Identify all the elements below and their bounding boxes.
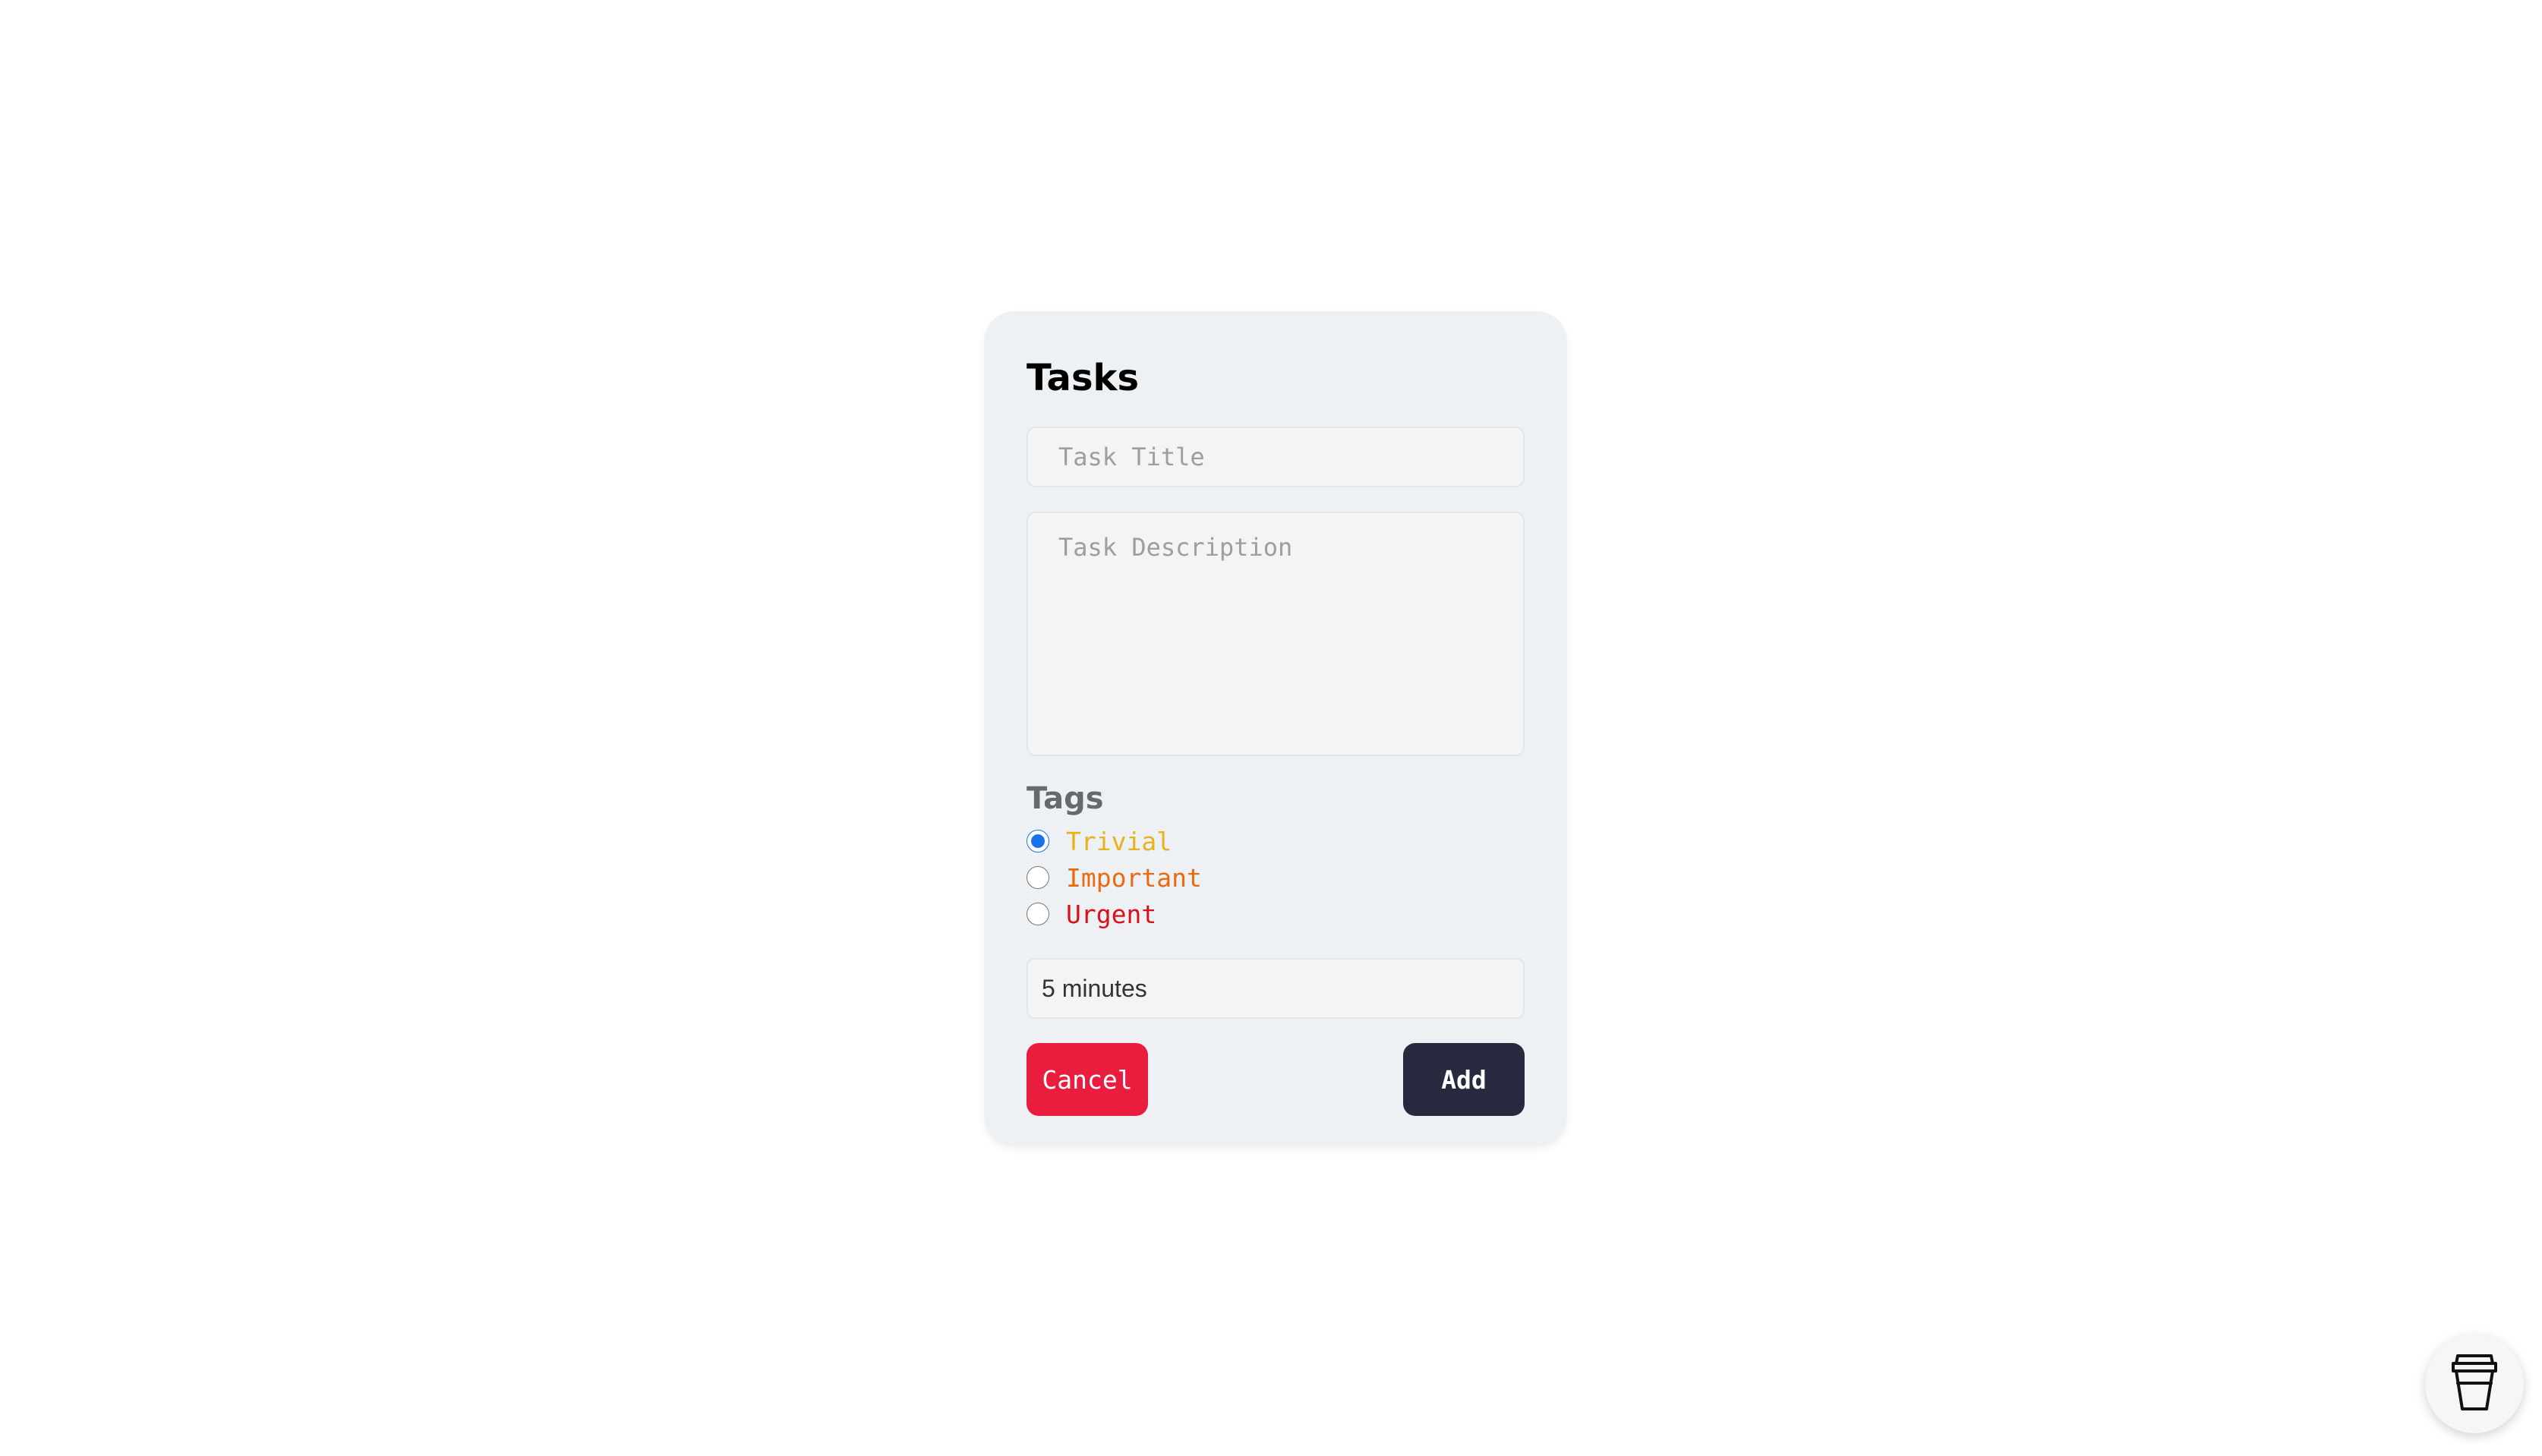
tags-label: Tags [1027, 781, 1104, 816]
add-button[interactable]: Add [1403, 1043, 1525, 1116]
tag-option-urgent[interactable]: Urgent [1027, 897, 1156, 931]
task-form-card: Tasks Tags Trivial Important Urgent 5 mi… [984, 311, 1567, 1146]
duration-value: 5 minutes [1042, 974, 1147, 1002]
tag-option-trivial[interactable]: Trivial [1027, 824, 1172, 858]
tag-label-important[interactable]: Important [1066, 865, 1202, 890]
coffee-cup-icon [2450, 1351, 2499, 1417]
duration-select[interactable]: 5 minutes [1027, 958, 1525, 1019]
task-description-input[interactable] [1027, 512, 1525, 756]
task-title-input[interactable] [1027, 427, 1525, 487]
tag-label-trivial[interactable]: Trivial [1066, 829, 1172, 854]
tag-radio-urgent[interactable] [1027, 903, 1049, 925]
tag-radio-important[interactable] [1027, 866, 1049, 889]
cancel-button[interactable]: Cancel [1027, 1043, 1148, 1116]
tag-radio-trivial[interactable] [1027, 830, 1049, 852]
form-title: Tasks [1027, 357, 1140, 399]
coffee-button[interactable] [2425, 1335, 2524, 1433]
tag-option-important[interactable]: Important [1027, 861, 1202, 894]
tag-label-urgent[interactable]: Urgent [1066, 902, 1156, 927]
